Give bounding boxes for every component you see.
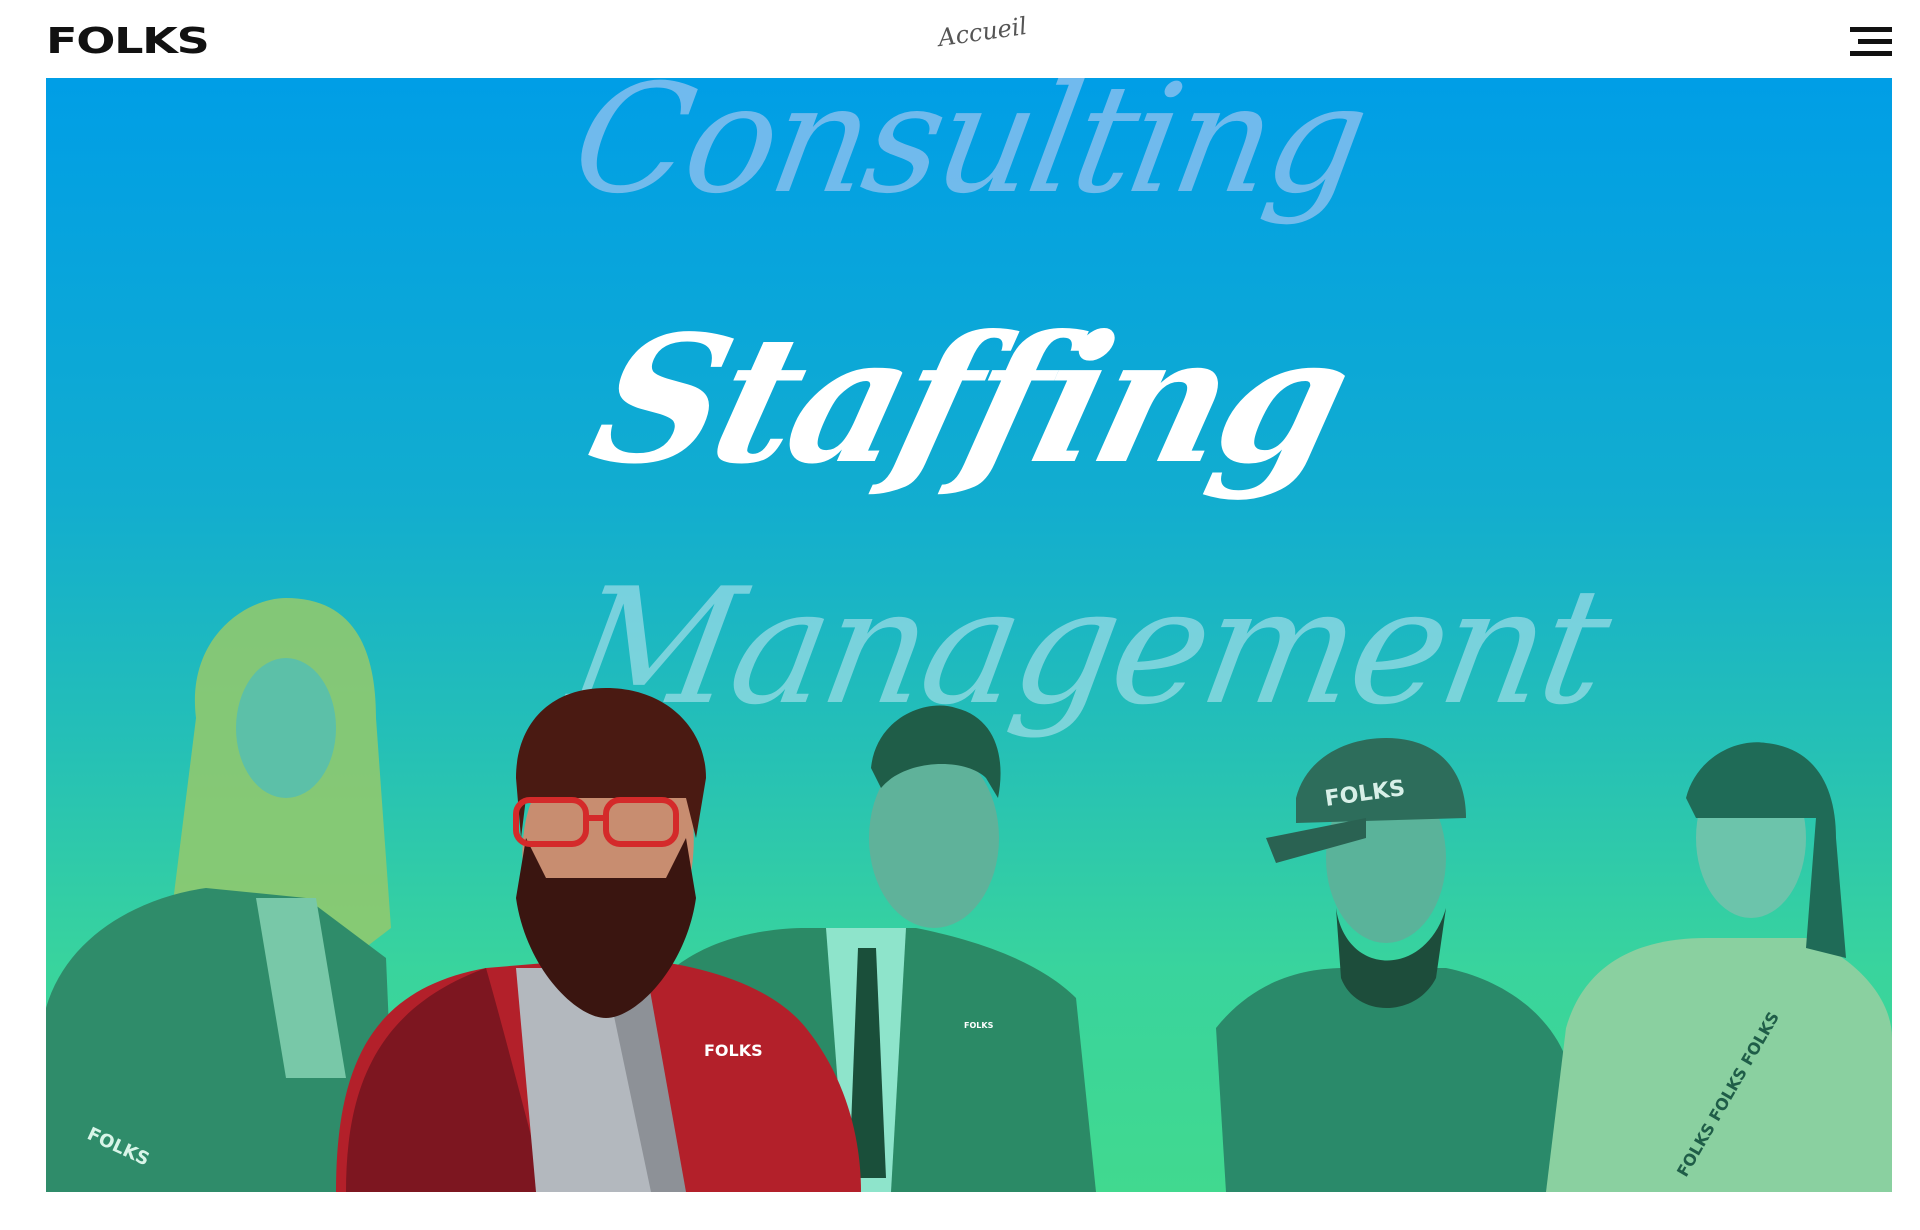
nav-link-accueil[interactable]: Accueil — [936, 12, 1028, 52]
menu-line-bottom — [1850, 51, 1892, 56]
badge-text-3: FOLKS — [964, 1021, 994, 1030]
team-illustration: FOLKS FOLKS FOLKS FOLKS FOLKS FOLKS FOLK… — [46, 598, 1892, 1192]
menu-line-middle — [1858, 39, 1892, 44]
badge-text-2: FOLKS — [704, 1041, 763, 1060]
menu-line-top — [1850, 27, 1892, 32]
hamburger-menu-icon[interactable] — [1850, 27, 1892, 57]
top-navigation-bar: FOLKS Accueil — [0, 0, 1920, 78]
hero-banner: Consulting Staffing Management FOLKS FOL… — [46, 78, 1892, 1192]
person-woman-blonde: FOLKS — [46, 598, 396, 1192]
person-man-cap: FOLKS — [1216, 738, 1576, 1192]
person-woman-headphones: FOLKS FOLKS FOLKS — [1546, 742, 1892, 1192]
folks-logo[interactable]: FOLKS — [46, 22, 210, 62]
